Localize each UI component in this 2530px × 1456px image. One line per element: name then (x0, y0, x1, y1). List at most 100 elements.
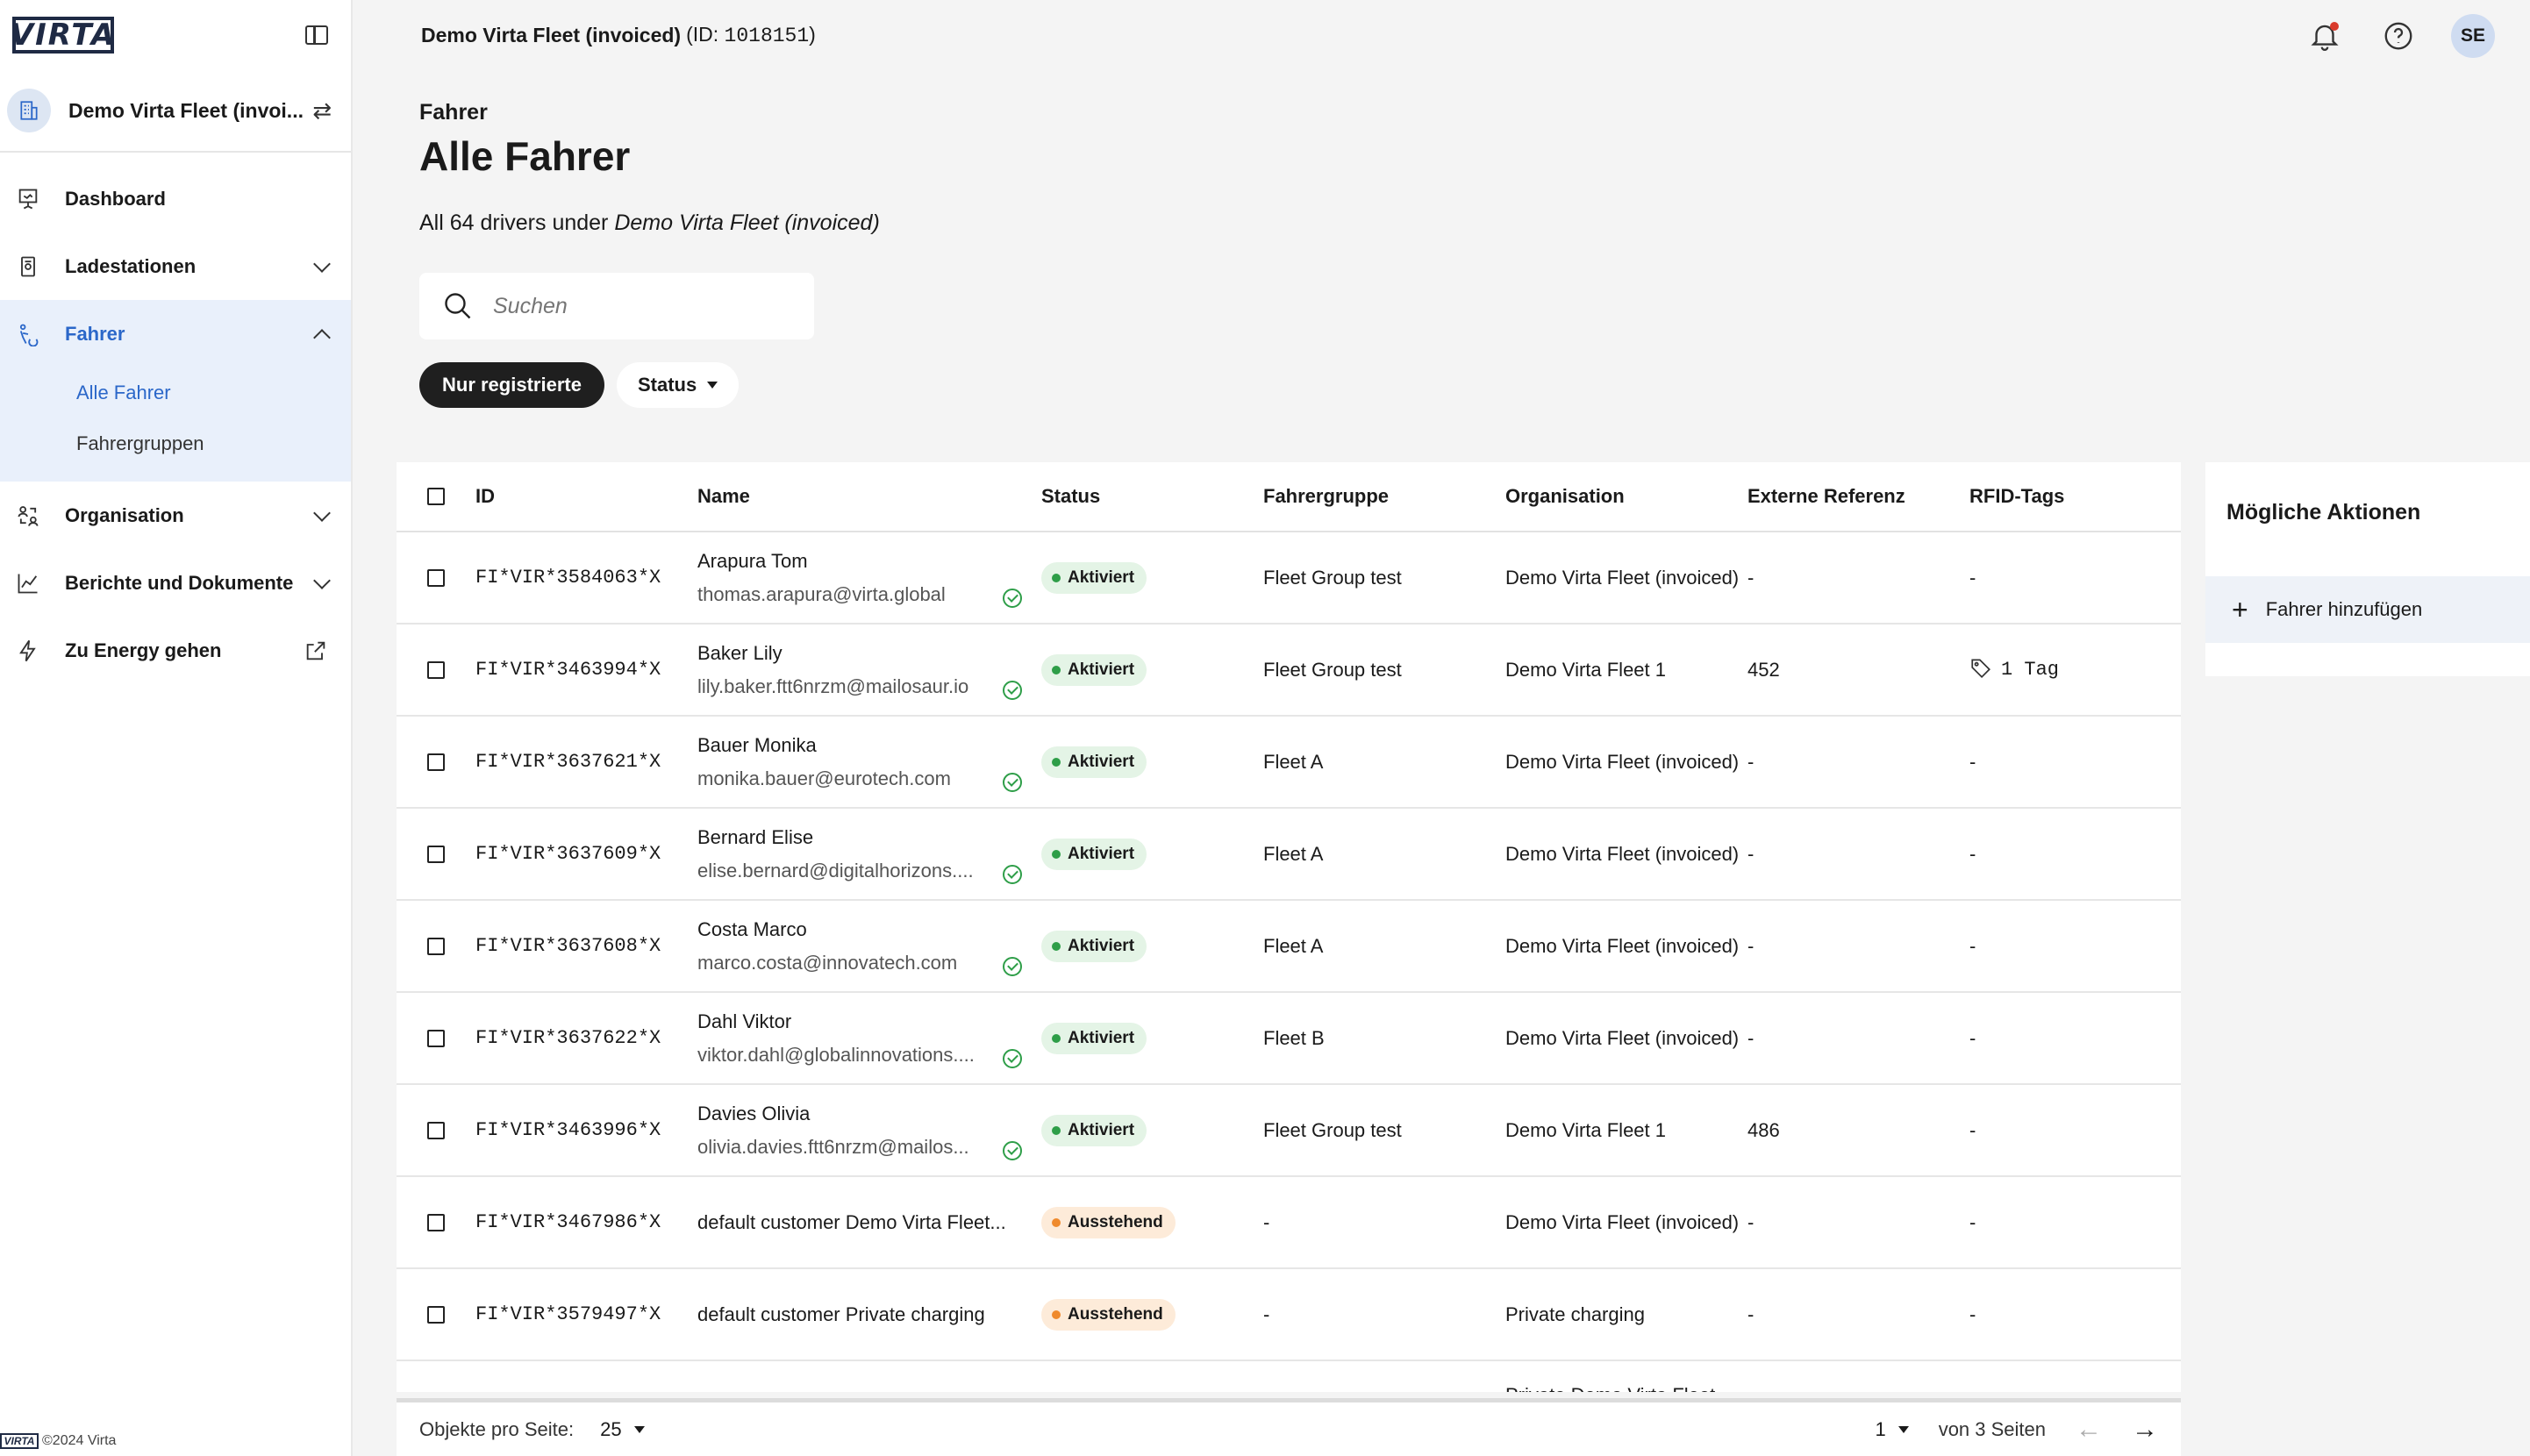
sidebar-item-dashboard[interactable]: Dashboard (0, 165, 351, 232)
header-org[interactable]: Organisation (1505, 480, 1747, 513)
id-cell: FI*VIR*3467986*X (475, 1211, 661, 1233)
org-cell: Demo Virta Fleet (invoiced) (1505, 1026, 1740, 1049)
main-nav: Dashboard Ladestationen Fahrer Alle Fahr… (0, 165, 351, 684)
name-cell[interactable]: default customer Demo Virta Fleet... (697, 1206, 1041, 1239)
verified-check-icon (1003, 864, 1022, 884)
name-cell[interactable]: Davies Olivia olivia.davies.ftt6nrzm@mail… (697, 1097, 1041, 1164)
chevron-up-icon (313, 328, 331, 346)
table-row[interactable]: FI*VIR*3584063*X Arapura Tom thomas.arapur… (397, 532, 2181, 625)
per-page-select[interactable]: 25 (600, 1418, 645, 1441)
row-checkbox[interactable] (427, 1121, 445, 1139)
rfid-cell[interactable]: 1 Tag (1969, 656, 2180, 684)
ext-ref-cell: - (1747, 566, 1755, 589)
table-row[interactable]: FI*VIR*3637609*X Bernard Elise elise.berna… (397, 809, 2181, 901)
name-cell[interactable]: Bernard Elise elise.bernard@digitalhorizo… (697, 821, 1041, 888)
header-rfid[interactable]: RFID-Tags (1969, 485, 2180, 508)
search-box (419, 273, 814, 339)
next-page-arrow-icon[interactable]: → (2132, 1415, 2158, 1445)
row-checkbox[interactable] (427, 845, 445, 863)
search-input[interactable] (493, 293, 791, 319)
sidebar-item-ladestationen[interactable]: Ladestationen (0, 232, 351, 300)
sidebar-item-fahrer[interactable]: Fahrer (0, 300, 351, 368)
driver-email: lily.baker.ftt6nrzm@mailosaur.io (697, 674, 969, 697)
name-cell[interactable]: Bauer Monika monika.bauer@eurotech.com (697, 729, 1041, 796)
header-id[interactable]: ID (475, 485, 697, 508)
status-label: Ausstehend (1068, 1212, 1163, 1231)
sidebar-item-organisation[interactable]: Organisation (0, 482, 351, 549)
id-cell: FI*VIR*3579497*X (475, 1303, 661, 1325)
virta-logo[interactable]: VIRTA (11, 17, 114, 54)
select-all-cell (397, 488, 475, 505)
ext-ref-cell: - (1747, 934, 1755, 957)
row-checkbox[interactable] (427, 660, 445, 679)
building-icon (7, 89, 51, 132)
status-dot (1052, 941, 1061, 951)
caret-down-icon (1898, 1425, 1909, 1433)
nav-group-dashboard: Dashboard (0, 165, 351, 232)
row-checkbox[interactable] (427, 1029, 445, 1047)
add-driver-button[interactable]: + Fahrer hinzufügen (2205, 576, 2530, 643)
row-checkbox-cell (397, 753, 475, 771)
nav-group-fahrer: Fahrer Alle Fahrer Fahrergruppen (0, 300, 351, 482)
name-cell[interactable]: Dahl Viktor viktor.dahl@globalinnovations… (697, 1005, 1041, 1072)
header-status[interactable]: Status (1041, 485, 1263, 508)
page-select[interactable]: 1 (1875, 1418, 1909, 1441)
ext-ref-cell: 486 (1747, 1118, 1780, 1141)
status-badge: Aktiviert (1041, 930, 1147, 962)
prev-page-arrow-icon[interactable]: ← (2076, 1415, 2102, 1445)
page-controls: 1 von 3 Seiten ← → (1875, 1415, 2158, 1445)
status-cell: Aktiviert (1041, 930, 1263, 962)
table-row[interactable]: FI*VIR*3467986*X default customer Demo Vi… (397, 1177, 2181, 1269)
header-ext-ref[interactable]: Externe Referenz (1747, 485, 1969, 508)
sidebar-subitem-fahrergruppen[interactable]: Fahrergruppen (0, 418, 351, 469)
driver-name: default customer Private charging (697, 1303, 985, 1325)
row-checkbox[interactable] (427, 1305, 445, 1324)
swap-icon[interactable]: ⇄ (312, 97, 332, 125)
user-avatar[interactable]: SE (2451, 14, 2495, 58)
group-cell: Fleet A (1263, 750, 1324, 773)
nav-group-energy: Zu Energy gehen (0, 617, 351, 684)
subtitle-prefix: All 64 drivers under (419, 211, 609, 235)
row-checkbox-cell (397, 1305, 475, 1324)
status-filter-dropdown[interactable]: Status (616, 362, 740, 408)
status-badge: Aktiviert (1041, 838, 1147, 870)
row-checkbox-cell (397, 845, 475, 863)
table-row[interactable]: FI*VIR*3637608*X Costa Marco marco.costa@i… (397, 901, 2181, 993)
group-cell: Fleet Group test (1263, 658, 1402, 681)
topbar: Demo Virta Fleet (invoiced) (ID: 1018151… (354, 0, 2530, 70)
actions-panel: Mögliche Aktionen + Fahrer hinzufügen (2205, 462, 2530, 676)
name-cell[interactable]: Arapura Tom thomas.arapura@virta.global (697, 545, 1041, 611)
row-checkbox[interactable] (427, 937, 445, 955)
breadcrumb: Fahrer (419, 100, 488, 125)
status-label: Ausstehend (1068, 1304, 1163, 1324)
row-checkbox[interactable] (427, 1213, 445, 1231)
table-row[interactable]: FI*VIR*3463994*X Baker Lily lily.baker.ftt… (397, 625, 2181, 717)
org-switcher[interactable]: Demo Virta Fleet (invoi... ⇄ (0, 70, 351, 153)
status-cell: Aktiviert (1041, 1114, 1263, 1146)
table-row[interactable]: FI*VIR*3579497*X default customer Private… (397, 1269, 2181, 1361)
row-checkbox[interactable] (427, 753, 445, 771)
name-cell[interactable]: Baker Lily lily.baker.ftt6nrzm@mailosaur.… (697, 637, 1041, 703)
header-group[interactable]: Fahrergruppe (1263, 485, 1505, 508)
sidebar-item-label: Fahrer (65, 322, 125, 345)
sidebar-collapse-icon[interactable] (305, 25, 328, 45)
select-all-checkbox[interactable] (427, 488, 445, 505)
ext-ref-cell: - (1747, 1210, 1755, 1233)
table-row[interactable]: FI*VIR*3637621*X Bauer Monika monika.bauer… (397, 717, 2181, 809)
name-cell[interactable]: default customer Private charging (697, 1298, 1041, 1331)
status-dot (1052, 1310, 1061, 1319)
sidebar-item-energy[interactable]: Zu Energy gehen (0, 617, 351, 684)
drivers-table: ID Name Status Fahrergruppe Organisation… (397, 462, 2181, 1392)
table-row[interactable]: FI*VIR*3637622*X Dahl Viktor viktor.dahl@g… (397, 993, 2181, 1085)
table-row[interactable]: Private Demo Virta Fleet (397, 1361, 2181, 1392)
sidebar-item-berichte[interactable]: Berichte und Dokumente (0, 549, 351, 617)
row-checkbox[interactable] (427, 568, 445, 587)
table-header: ID Name Status Fahrergruppe Organisation… (397, 462, 2181, 532)
table-row[interactable]: FI*VIR*3463996*X Davies Olivia olivia.davi… (397, 1085, 2181, 1177)
header-name[interactable]: Name (697, 485, 1041, 508)
registered-only-toggle[interactable]: Nur registrierte (419, 362, 604, 408)
help-icon[interactable] (2377, 15, 2419, 57)
sidebar-subitem-alle-fahrer[interactable]: Alle Fahrer (0, 368, 351, 418)
bell-icon[interactable] (2304, 15, 2346, 57)
name-cell[interactable]: Costa Marco marco.costa@innovatech.com (697, 913, 1041, 980)
